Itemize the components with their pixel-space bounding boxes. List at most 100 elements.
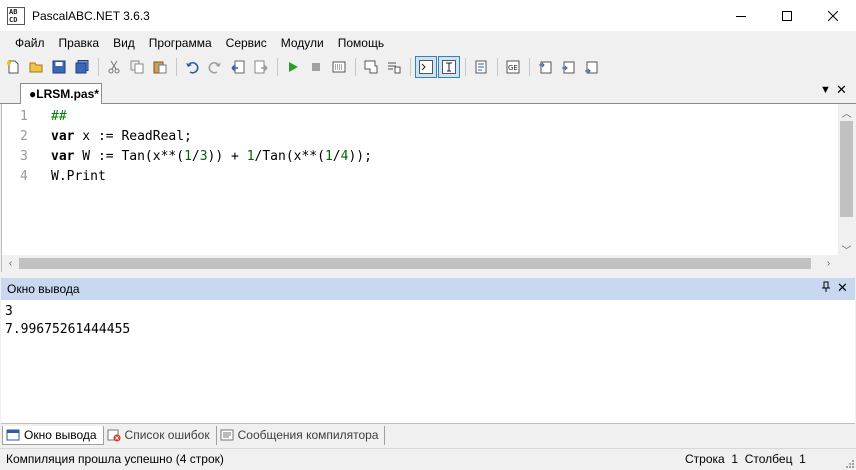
tab-compiler-messages[interactable]: Сообщения компилятора: [217, 425, 386, 445]
menu-program[interactable]: Программа: [142, 36, 219, 50]
row-value: 1: [731, 452, 739, 466]
close-panel-icon[interactable]: ✕: [837, 280, 848, 296]
copy-icon: [130, 60, 144, 74]
text-mode-icon: [442, 60, 456, 74]
scroll-left-icon[interactable]: ‹: [2, 255, 19, 272]
editor-vertical-scrollbar[interactable]: ︿ ﹀: [838, 104, 855, 258]
code-line: var x := ReadReal;: [51, 129, 192, 144]
column-value: 1: [799, 452, 806, 466]
step-over-button[interactable]: [557, 56, 579, 78]
save-icon: [52, 60, 66, 74]
text-mode-button[interactable]: [438, 56, 460, 78]
output-window-alt-button[interactable]: [383, 56, 405, 78]
app-logo-icon: AB CD: [7, 6, 25, 25]
toolbar-separator: [410, 58, 411, 76]
resize-grip-icon[interactable]: [844, 458, 854, 468]
menu-help[interactable]: Помощь: [331, 36, 391, 50]
new-file-icon: [7, 60, 19, 74]
close-button[interactable]: [810, 0, 856, 31]
cut-button[interactable]: [103, 56, 125, 78]
minimize-button[interactable]: [718, 0, 764, 31]
scroll-thumb[interactable]: [19, 258, 811, 269]
tab-list-dropdown-icon[interactable]: ▼: [820, 84, 831, 96]
run-icon: [289, 62, 298, 72]
editor-tab-strip: ●LRSM.pas* ▼ ✕: [0, 81, 856, 104]
column-label: Столбец: [744, 452, 793, 466]
paste-button[interactable]: [149, 56, 171, 78]
row-label: Строка: [685, 452, 725, 466]
redo-icon: [208, 62, 221, 74]
compiler-messages-icon: [220, 429, 234, 441]
tab-label: Окно вывода: [24, 427, 97, 442]
navigate-back-button[interactable]: [227, 56, 249, 78]
minimize-icon: [736, 15, 746, 17]
toolbar-separator: [497, 58, 498, 76]
tab-label: Сообщения компилятора: [237, 428, 379, 442]
output-panel-header: Окно вывода ✕: [1, 278, 855, 300]
code-editor[interactable]: 1 2 3 4 ## var x := ReadReal; var W := T…: [1, 104, 856, 272]
console-icon: [419, 60, 433, 74]
output-panel-title: Окно вывода: [7, 282, 80, 296]
code-line: ##: [51, 109, 67, 124]
output-window-alt-icon: [388, 62, 401, 74]
cut-icon: [108, 60, 120, 74]
step-over-icon: [562, 61, 575, 74]
status-bar: Компиляция прошла успешно (4 строк) Стро…: [0, 448, 856, 470]
open-folder-icon: [29, 62, 43, 73]
save-button[interactable]: [48, 56, 70, 78]
menu-bar: Файл Правка Вид Программа Сервис Модули …: [0, 31, 856, 54]
menu-file[interactable]: Файл: [8, 36, 52, 50]
line-number: 1: [20, 109, 28, 124]
output-line: 3: [5, 304, 13, 319]
console-button[interactable]: [415, 56, 437, 78]
form-designer-button[interactable]: GE: [502, 56, 524, 78]
close-tab-icon[interactable]: ✕: [836, 82, 847, 98]
toolbar-separator: [355, 58, 356, 76]
code-line: var W := Tan(x**(1/3)) + 1/Tan(x**(1/4))…: [51, 149, 372, 164]
toolbar-separator: [176, 58, 177, 76]
menu-edit[interactable]: Правка: [52, 36, 107, 50]
maximize-button[interactable]: [764, 0, 810, 31]
undo-icon: [186, 62, 199, 74]
new-file-button[interactable]: [2, 56, 24, 78]
tab-lrsm-pas[interactable]: ●LRSM.pas*: [20, 83, 102, 104]
save-all-button[interactable]: [71, 56, 93, 78]
stop-button[interactable]: [305, 56, 327, 78]
menu-modules[interactable]: Модули: [274, 36, 331, 50]
copy-button[interactable]: [126, 56, 148, 78]
run-button[interactable]: [282, 56, 304, 78]
undo-button[interactable]: [181, 56, 203, 78]
scroll-right-icon[interactable]: ›: [820, 255, 837, 272]
output-window-icon: [6, 429, 20, 440]
pin-icon[interactable]: [821, 281, 831, 296]
navigate-forward-icon: [254, 60, 268, 74]
form-designer-icon: GE: [506, 60, 520, 74]
output-window-icon: [364, 60, 378, 74]
navigate-forward-button[interactable]: [250, 56, 272, 78]
step-out-button[interactable]: [580, 56, 602, 78]
toolbar: GE: [0, 55, 856, 79]
output-window[interactable]: 3 7.99675261444455: [1, 300, 855, 424]
scroll-thumb[interactable]: [840, 121, 853, 217]
svg-text:GE: GE: [508, 64, 518, 72]
status-message: Компиляция прошла успешно (4 строк): [6, 452, 224, 466]
paste-icon: [153, 61, 167, 74]
step-out-icon: [585, 61, 598, 74]
window-title: PascalABC.NET 3.6.3: [32, 8, 150, 23]
menu-view[interactable]: Вид: [106, 36, 142, 50]
tab-error-list[interactable]: Список ошибок: [104, 425, 217, 445]
toolbar-separator: [98, 58, 99, 76]
tab-output-window[interactable]: Окно вывода: [2, 425, 104, 445]
step-into-button[interactable]: [534, 56, 556, 78]
code-line: W.Print: [51, 169, 106, 184]
redo-button[interactable]: [204, 56, 226, 78]
scroll-up-icon[interactable]: ︿: [838, 104, 855, 121]
editor-horizontal-scrollbar[interactable]: ‹ ›: [2, 255, 856, 272]
tab-label: Список ошибок: [124, 428, 210, 442]
output-window-button[interactable]: [360, 56, 382, 78]
open-button[interactable]: [25, 56, 47, 78]
line-number: 3: [20, 149, 28, 164]
format-button[interactable]: [470, 56, 492, 78]
menu-service[interactable]: Сервис: [219, 36, 274, 50]
debug-button[interactable]: [328, 56, 350, 78]
